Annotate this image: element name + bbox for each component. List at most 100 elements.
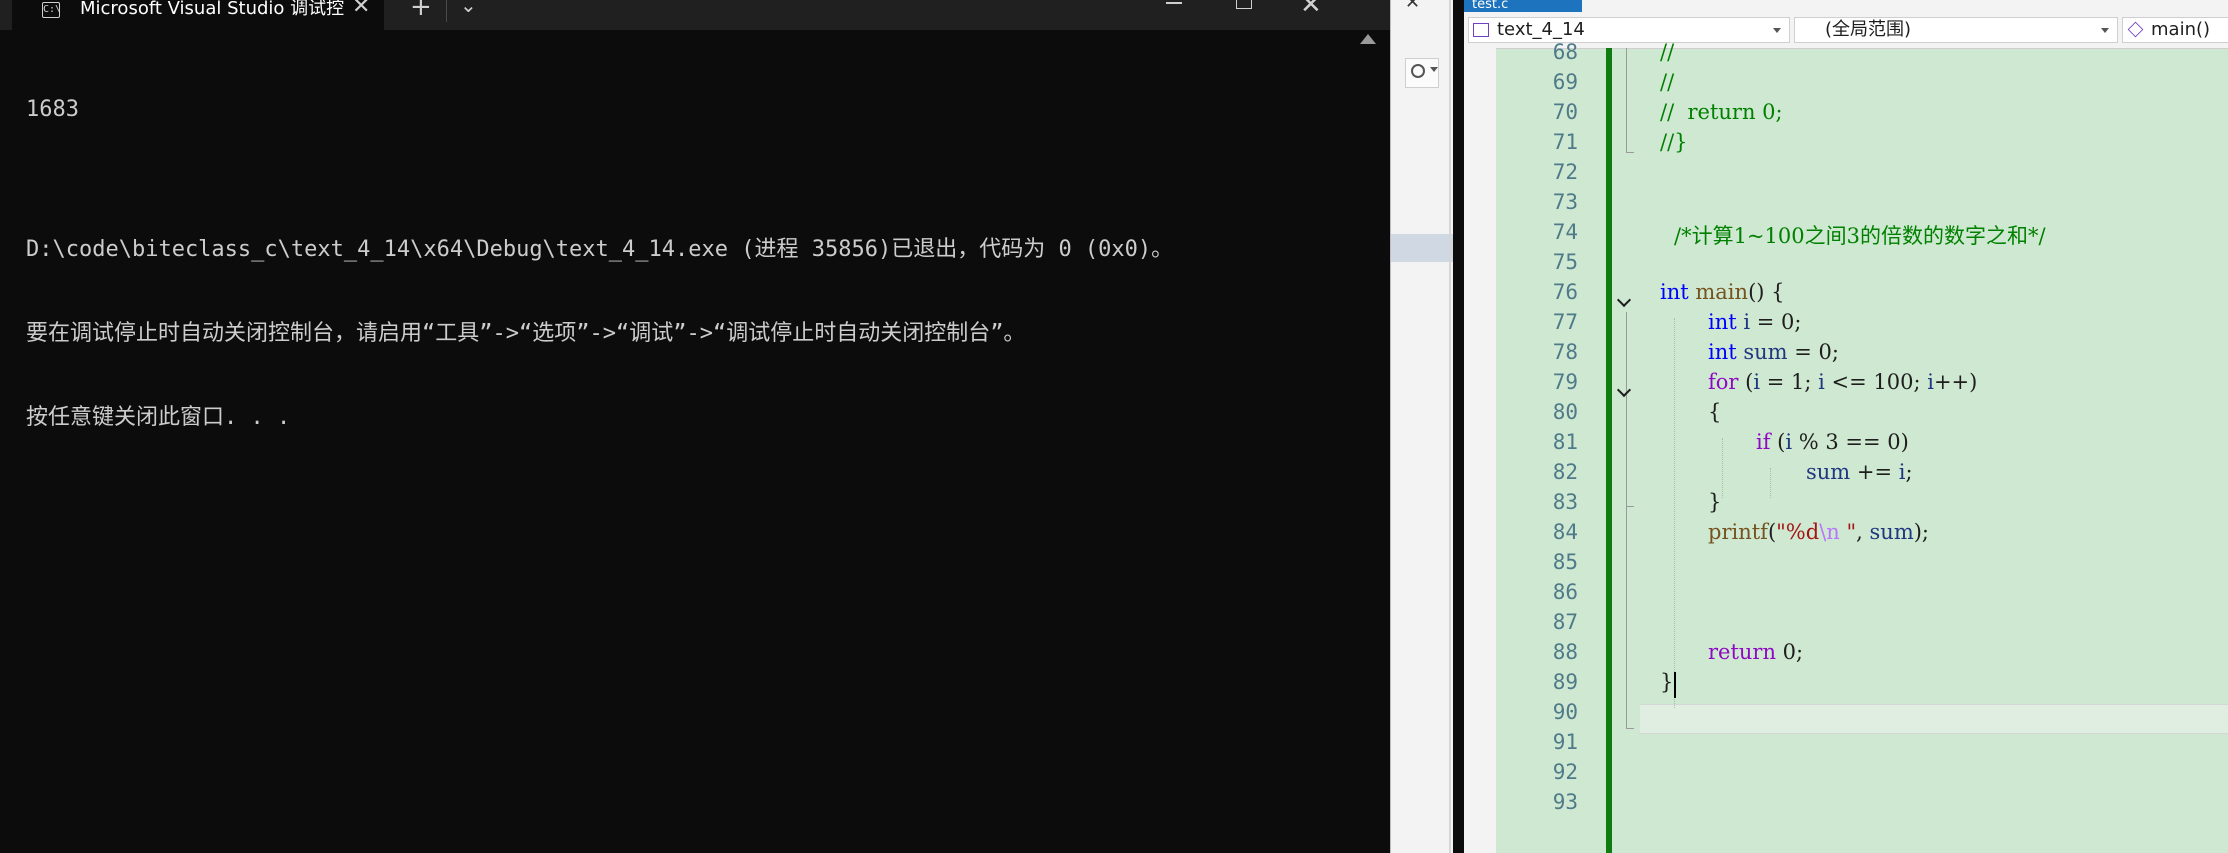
escape-sequence: \n [1819, 520, 1840, 544]
line-number: 72 [1552, 160, 1578, 184]
code-line: } [1708, 490, 1722, 514]
code-area[interactable]: 68 69 70 71 72 73 74 75 76 77 78 79 80 8… [1464, 40, 2228, 853]
chevron-down-icon[interactable] [1430, 67, 1438, 72]
variable: i [1927, 370, 1934, 394]
code-text: ++) [1933, 370, 1978, 394]
string-literal: "%d [1776, 520, 1820, 544]
control-keyword: if [1756, 430, 1771, 454]
project-icon [1473, 23, 1489, 37]
code-line: // [1660, 40, 1675, 64]
function-name: printf [1708, 520, 1768, 544]
method-icon [2127, 21, 2144, 38]
line-number: 76 [1552, 280, 1578, 304]
code-text: ); [1913, 520, 1930, 544]
console-tab[interactable]: C:\ Microsoft Visual Studio 调试控 ✕ [12, 0, 384, 30]
code-editor: test.c text_4_14 (全局范围) main() 68 69 70 … [1464, 0, 2228, 853]
fold-end-marker [1626, 728, 1634, 729]
code-line: // [1660, 70, 1675, 94]
code-line: for (i = 1; i <= 100; i++) [1708, 370, 1977, 394]
line-number: 91 [1552, 730, 1578, 754]
chevron-down-icon [1773, 28, 1781, 33]
maximize-icon[interactable] [1236, 0, 1252, 9]
collapse-toggle-icon[interactable] [1618, 296, 1632, 310]
code-line: int i = 0; [1708, 310, 1801, 334]
line-number: 86 [1552, 580, 1578, 604]
outlining-margin [1614, 48, 1640, 853]
console-app-icon: C:\ [42, 2, 61, 18]
line-number: 77 [1552, 310, 1578, 334]
project-dropdown-label: text_4_14 [1497, 19, 1585, 40]
line-number: 80 [1552, 400, 1578, 424]
function-dropdown[interactable]: main() [2122, 17, 2228, 43]
code-text: % 3 == 0) [1792, 430, 1909, 454]
line-number-current: 90 [1552, 700, 1578, 724]
control-keyword: for [1708, 370, 1739, 394]
selected-tree-item[interactable] [1391, 234, 1453, 262]
line-number: 82 [1552, 460, 1578, 484]
breakpoint-margin[interactable] [1464, 48, 1496, 853]
indent-guide [1770, 468, 1771, 498]
code-text: , [1856, 520, 1870, 544]
scope-dropdown[interactable]: (全局范围) [1794, 17, 2118, 43]
function-dropdown-label: main() [2151, 19, 2211, 40]
code-text: ; [1905, 460, 1913, 484]
panel-divider[interactable] [1449, 0, 1451, 853]
collapse-toggle-icon[interactable] [1618, 386, 1632, 400]
code-line: // return 0; [1660, 100, 1783, 124]
fold-guide [1626, 312, 1627, 728]
line-number: 85 [1552, 550, 1578, 574]
keyword: int [1708, 310, 1737, 334]
code-text: = 0; [1787, 340, 1839, 364]
close-icon[interactable]: ✕ [1300, 0, 1322, 18]
code-text: 0; [1776, 640, 1804, 664]
minimize-icon[interactable] [1166, 2, 1182, 4]
code-text: () { [1748, 280, 1785, 304]
line-number: 92 [1552, 760, 1578, 784]
code-line: return 0; [1708, 640, 1803, 664]
line-number: 69 [1552, 70, 1578, 94]
search-icon [1411, 64, 1425, 78]
function-name: main [1695, 280, 1749, 304]
output-line: 按任意键关闭此窗口. . . [26, 405, 291, 430]
search-box[interactable] [1405, 58, 1439, 88]
code-line: int main() { [1660, 280, 1784, 304]
tab-test-c[interactable]: test.c [1464, 0, 1582, 12]
line-number: 88 [1552, 640, 1578, 664]
console-tab-title: Microsoft Visual Studio 调试控 [80, 0, 345, 19]
console-window: C:\ Microsoft Visual Studio 调试控 ✕ + ⌄ ✕ … [0, 0, 1390, 853]
line-number: 73 [1552, 190, 1578, 214]
indent-guide [1674, 318, 1675, 708]
line-number: 68 [1552, 40, 1578, 64]
fold-end-marker [1626, 506, 1634, 507]
line-number: 78 [1552, 340, 1578, 364]
line-number: 81 [1552, 430, 1578, 454]
line-number: 71 [1552, 130, 1578, 154]
tab-separator [446, 0, 447, 22]
chevron-down-icon[interactable]: ⌄ [460, 0, 477, 16]
code-comment: /*计算1~100之间3的倍数的数字之和*/ [1674, 224, 2046, 248]
code-text: = 0; [1750, 310, 1802, 334]
close-icon[interactable]: ✕ [352, 0, 370, 18]
line-number: 75 [1552, 250, 1578, 274]
indent-guide [1722, 438, 1723, 498]
close-icon[interactable]: ✕ [1405, 0, 1420, 13]
console-output[interactable]: 1683 D:\code\biteclass_c\text_4_14\x64\D… [26, 40, 1173, 488]
code-text: ( [1767, 520, 1777, 544]
code-line: int sum = 0; [1708, 340, 1839, 364]
plus-icon[interactable]: + [410, 0, 432, 20]
line-number: 74 [1552, 220, 1578, 244]
variable: i [1818, 370, 1825, 394]
code-text: ( [1738, 370, 1754, 394]
line-number: 79 [1552, 370, 1578, 394]
text-caret [1674, 672, 1676, 698]
scroll-up-arrow-icon[interactable] [1360, 34, 1376, 44]
scope-dropdown-label: (全局范围) [1825, 19, 1912, 40]
line-number: 87 [1552, 610, 1578, 634]
console-scrollbar[interactable] [1348, 30, 1390, 853]
line-number-gutter: 68 69 70 71 72 73 74 75 76 77 78 79 80 8… [1496, 40, 1578, 853]
variable: sum [1869, 520, 1914, 544]
code-text: <= 100; [1824, 370, 1928, 394]
keyword: int [1708, 340, 1737, 364]
navigation-bar: text_4_14 (全局范围) main() [1464, 12, 2228, 49]
editor-tab-bar: test.c [1464, 0, 2228, 12]
